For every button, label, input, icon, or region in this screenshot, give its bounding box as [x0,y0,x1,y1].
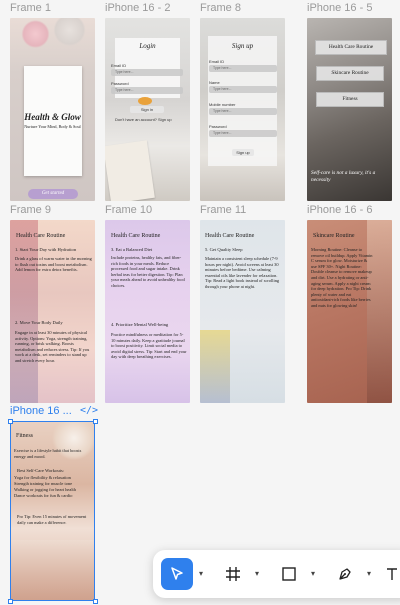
tagline: Nurture Your Mind, Body & Soul [24,124,81,129]
paragraph: Drink a glass of warm water in the morni… [15,256,92,273]
name-field[interactable]: Type here... [209,86,277,93]
paragraph: Practice mindfulness or meditation for 5… [111,332,187,360]
shape-tool-button[interactable] [273,558,305,590]
app-title: Health & Glow [24,112,81,122]
chevron-down-icon[interactable]: ▾ [255,569,259,578]
selection-handle[interactable] [8,599,13,604]
text-icon [387,568,397,580]
get-started-button[interactable]: Get started [28,189,78,199]
frame-icon [226,567,240,581]
heading: 3. Eat a Balanced Diet [111,247,153,252]
health-care-frame-3[interactable]: Health Care Routine 5. Get Quality Sleep… [200,220,285,403]
password-label: Password [209,124,227,129]
chevron-down-icon[interactable]: ▾ [367,569,371,578]
frame-label[interactable]: Frame 10 [105,204,152,216]
heading: Best Self-Care Workouts: [17,468,65,473]
flowers-decoration [10,18,95,58]
heading: 5. Get Quality Sleep [205,247,243,252]
pen-tool-button[interactable] [329,558,361,590]
email-label: Email ID [209,59,225,64]
frame-label[interactable]: Frame 8 [200,2,241,14]
paragraph: Maintain a consistent sleep schedule (7-… [205,256,280,289]
menu-item-health-care[interactable]: Health Care Routine [315,40,387,55]
paragraph: Morning Routine: Cleanse to remove oil b… [311,247,373,308]
splash-frame[interactable]: Health & Glow Nurture Your Mind, Body & … [10,18,95,201]
paragraph: Engage in at least 30 minutes of physica… [15,330,90,363]
health-care-frame-2[interactable]: Health Care Routine 3. Eat a Balanced Di… [105,220,190,403]
selection-handle[interactable] [93,419,98,424]
bottom-toolbar: ▾ ▾ ▾ ▾ [153,550,400,598]
menu-item-fitness[interactable]: Fitness [316,92,384,107]
health-care-frame-1[interactable]: Health Care Routine 1. Start Your Day wi… [10,220,95,403]
section-title: Health Care Routine [205,233,255,239]
signup-title: Sign up [231,42,254,50]
frame-label[interactable]: Frame 1 [10,2,51,14]
mobile-field[interactable]: Type here... [209,108,277,115]
book-image [105,140,155,201]
paper-image [208,36,277,166]
chevron-down-icon[interactable]: ▾ [199,569,203,578]
paragraph: Include proteins, healthy fats, and fibe… [111,255,185,288]
heading: 1. Start Your Day with Hydration [15,247,77,252]
list-item: Dance workouts for fun & cardio [14,493,73,498]
flower-decoration [200,330,230,403]
chevron-down-icon[interactable]: ▾ [311,569,315,578]
email-field[interactable]: Type here... [209,65,277,72]
move-tool-button[interactable] [161,558,193,590]
section-title: Fitness [16,433,34,439]
selection-handle[interactable] [93,599,98,604]
fitness-frame[interactable]: Fitness Exercise is a lifestyle habit th… [10,421,95,601]
email-label: Email ID [111,63,127,68]
mobile-label: Mobile number [209,102,236,107]
section-title: Health Care Routine [16,233,66,239]
frame-label[interactable]: Frame 9 [10,204,51,216]
list-item: Strength training for muscle tone [14,481,73,486]
selected-frame-label[interactable]: iPhone 16 ... [10,405,72,417]
heading: 2. Move Your Body Daily [15,320,63,325]
frame-label[interactable]: iPhone 16 - 2 [105,2,170,14]
pen-icon [339,568,351,580]
section-title: Health Care Routine [111,233,161,239]
rectangle-icon [282,567,296,581]
list-item: Walking or jogging for heart health [14,487,76,492]
list-item: Yoga for flexibility & relaxation [14,475,71,480]
sign-up-button[interactable]: Sign up [232,149,254,156]
signup-frame[interactable]: Sign up Email ID Type here... Name Type … [200,18,285,201]
menu-item-skincare[interactable]: Skincare Routine [316,66,384,81]
email-field[interactable]: Type here... [111,69,183,76]
heading: 4. Prioritize Mental Well-being [111,322,169,327]
frame-label[interactable]: Frame 11 [200,204,246,216]
password-label: Password [111,81,129,86]
name-label: Name [209,80,220,85]
section-title: Skincare Routine [313,233,355,239]
frame-label[interactable]: iPhone 16 - 6 [307,204,372,216]
tip-text: Pro Tip: Even 15 minutes of movement dai… [17,514,87,525]
password-field[interactable]: Type here... [209,130,277,137]
code-icon[interactable]: </> [80,405,98,416]
frame-tool-button[interactable] [217,558,249,590]
login-frame[interactable]: Login Email ID Type here... Password Typ… [105,18,190,201]
selection-handle[interactable] [8,419,13,424]
menu-frame[interactable]: Health Care Routine Skincare Routine Fit… [307,18,392,201]
tea-cup-decoration [138,97,152,105]
frame-label[interactable]: iPhone 16 - 5 [307,2,372,14]
paragraph: Exercise is a lifestyle habit that boost… [14,448,82,459]
cursor-icon [171,567,183,580]
password-field[interactable]: Type here... [111,87,183,94]
skincare-frame[interactable]: Skincare Routine Morning Routine: Cleans… [307,220,392,403]
sign-in-button[interactable]: Sign in [130,106,164,113]
menu-caption: Self-care is not a luxury, it's a necess… [311,170,376,183]
login-title: Login [139,42,156,50]
signup-link[interactable]: Don't have an account? Sign up [115,117,172,122]
text-tool-button[interactable] [383,558,399,590]
product-image [11,540,94,600]
